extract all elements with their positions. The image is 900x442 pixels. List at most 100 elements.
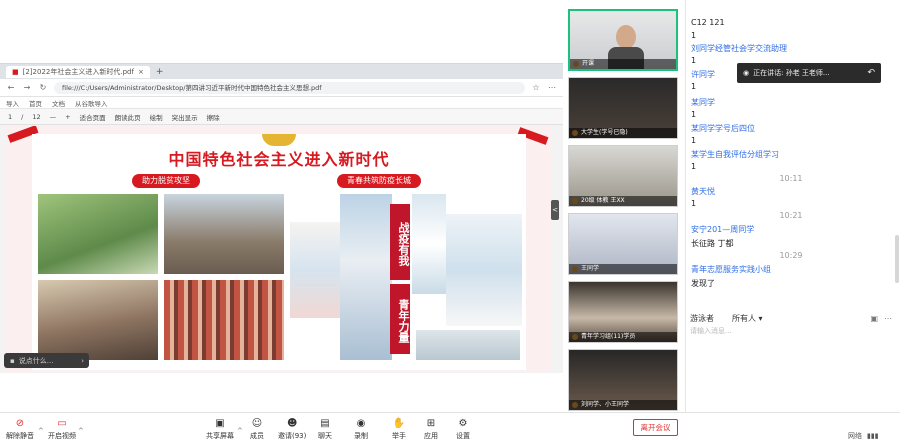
apps-icon: ⊞ bbox=[426, 418, 436, 429]
chat-message: 1 bbox=[691, 136, 697, 145]
settings-button[interactable]: ⚙ 设置 bbox=[456, 417, 470, 441]
chat-message: 长征路 丁都 bbox=[691, 239, 734, 248]
menu-icon[interactable]: ⋯ bbox=[547, 83, 557, 92]
video-tile[interactable]: 刘同学、小王同学 bbox=[568, 349, 678, 411]
chat-message: 许同学 bbox=[691, 70, 715, 79]
chat-message: 某同学 bbox=[691, 98, 715, 107]
hand-icon: ✋ bbox=[392, 418, 406, 429]
side-panel-toggle[interactable]: < bbox=[551, 200, 559, 220]
leave-meeting-button[interactable]: 离开会议 bbox=[633, 419, 678, 436]
signal-icon: ▮▮▮ bbox=[867, 432, 879, 440]
invite-button[interactable]: ☻ 邀请(93) bbox=[278, 417, 306, 441]
speaking-indicator: ◉ 正在讲话: 孙老 王老师... ↶ bbox=[737, 63, 881, 83]
floating-chat-label: 说点什么... bbox=[18, 356, 54, 365]
meeting-window: ■ [2]2022年社会主义进入新时代.pdf × + ← → ↻ file:/… bbox=[0, 0, 900, 442]
chat-timestamp: 10:21 bbox=[779, 211, 803, 220]
pdf-icon: ■ bbox=[12, 67, 19, 76]
start-video-button[interactable]: ▭ 开启视频 bbox=[48, 417, 76, 441]
browser-tabbar: ■ [2]2022年社会主义进入新时代.pdf × + bbox=[0, 64, 563, 79]
camera-off-icon: ▭ bbox=[57, 418, 67, 429]
tab-title: [2]2022年社会主义进入新时代.pdf bbox=[22, 67, 134, 76]
record-button[interactable]: ◉ 录制 bbox=[354, 417, 368, 441]
chevron-up-icon[interactable]: ^ bbox=[38, 427, 44, 435]
bookmarks-bar: 导入 首页 文档 从谷歌导入 bbox=[0, 97, 563, 109]
chat-message: 1 bbox=[691, 162, 697, 171]
emblem-icon bbox=[262, 134, 296, 146]
video-tile[interactable]: 王同学 bbox=[568, 213, 678, 275]
forward-icon[interactable]: → bbox=[22, 83, 32, 92]
read-aloud-button[interactable]: 朗读此页 bbox=[115, 112, 141, 122]
video-name: 王同学 bbox=[569, 264, 677, 274]
chat-tools: ▣ ⋯ bbox=[870, 314, 900, 323]
gear-icon: ⚙ bbox=[458, 418, 468, 429]
chat-message: 1 bbox=[691, 110, 697, 119]
apps-button[interactable]: ⊞ 应用 bbox=[424, 417, 438, 441]
recipient-select[interactable]: 所有人 ▾ bbox=[732, 313, 763, 324]
invite-icon: ☻ bbox=[286, 418, 298, 429]
video-tile[interactable]: 青年学习组(11)学员 bbox=[568, 281, 678, 343]
chevron-up-icon[interactable]: ^ bbox=[237, 427, 243, 435]
share-screen-button[interactable]: ▣ 共享屏幕 bbox=[206, 417, 234, 441]
bookmark-item[interactable]: 导入 bbox=[6, 98, 19, 108]
chat-message: 1 bbox=[691, 82, 697, 91]
meeting-toolbar: ⊘ 解除静音 ^ ▭ 开启视频 ^ ▣ 共享屏幕 ^ ☺ 成员 ☻ 邀请(93)… bbox=[0, 412, 900, 442]
chat-scrollbar[interactable] bbox=[895, 235, 899, 283]
zoom-in-button[interactable]: + bbox=[65, 113, 70, 121]
chat-timestamp: 10:29 bbox=[779, 251, 803, 260]
network-status[interactable]: 网络 ▮▮▮ bbox=[848, 431, 879, 441]
chevron-right-icon[interactable]: › bbox=[81, 357, 89, 365]
video-name: 刘同学、小王同学 bbox=[569, 400, 677, 410]
video-tile[interactable]: 开课 bbox=[568, 9, 678, 71]
chat-message: 刘同学经管社会学交流助理 bbox=[691, 44, 787, 53]
pdf-toolbar: 1 / 12 — + 适合页面 朗读此页 绘制 突出显示 擦除 bbox=[0, 109, 563, 125]
star-icon[interactable]: ☆ bbox=[531, 83, 541, 92]
raise-hand-button[interactable]: ✋ 举手 bbox=[392, 417, 406, 441]
bookmark-item[interactable]: 首页 bbox=[29, 98, 42, 108]
browser-tab[interactable]: ■ [2]2022年社会主义进入新时代.pdf × bbox=[6, 65, 150, 78]
erase-button[interactable]: 擦除 bbox=[207, 112, 220, 122]
url-field[interactable]: file:///C:/Users/Administrator/Desktop/第… bbox=[54, 81, 525, 94]
video-tile[interactable]: 大学生(学号已隐) bbox=[568, 77, 678, 139]
highlight-button[interactable]: 突出显示 bbox=[172, 112, 198, 122]
members-button[interactable]: ☺ 成员 bbox=[250, 417, 264, 441]
record-icon: ◉ bbox=[356, 418, 366, 429]
illustration-doctor bbox=[446, 214, 522, 326]
participant-face bbox=[616, 25, 636, 49]
image-icon[interactable]: ▣ bbox=[870, 314, 878, 323]
microphone-off-icon: ⊘ bbox=[15, 418, 25, 429]
close-icon[interactable]: × bbox=[138, 68, 144, 76]
floating-chat-input[interactable]: ▪ 说点什么... › bbox=[4, 353, 89, 368]
photo-village bbox=[164, 194, 284, 274]
new-tab-icon[interactable]: + bbox=[156, 67, 164, 77]
pill-label-right: 青春共筑防疫长城 bbox=[337, 174, 421, 188]
chat-timestamp: 10:11 bbox=[779, 174, 803, 183]
bookmark-item[interactable]: 从谷歌导入 bbox=[75, 98, 108, 108]
chat-message: 1 bbox=[691, 199, 697, 208]
slogan-vertical-2: 青年力量 bbox=[390, 284, 410, 354]
zoom-out-button[interactable]: — bbox=[50, 113, 57, 121]
unmute-button[interactable]: ⊘ 解除静音 bbox=[6, 417, 34, 441]
chat-message: 青年志愿服务实践小组 bbox=[691, 265, 771, 274]
draw-button[interactable]: 绘制 bbox=[150, 112, 163, 122]
video-name: 大学生(学号已隐) bbox=[569, 128, 677, 138]
bookmark-item[interactable]: 文档 bbox=[52, 98, 65, 108]
return-arrow-icon[interactable]: ↶ bbox=[867, 68, 881, 78]
more-icon[interactable]: ⋯ bbox=[884, 314, 892, 323]
fit-page-button[interactable]: 适合页面 bbox=[80, 112, 106, 122]
page-number[interactable]: 1 bbox=[8, 113, 12, 121]
share-screen-icon: ▣ bbox=[215, 418, 225, 429]
chat-message: 1 bbox=[691, 31, 697, 40]
shared-screen: ■ [2]2022年社会主义进入新时代.pdf × + ← → ↻ file:/… bbox=[0, 0, 563, 412]
photo-campus bbox=[416, 330, 520, 360]
chat-icon: ▤ bbox=[320, 418, 330, 429]
chevron-up-icon[interactable]: ^ bbox=[78, 427, 84, 435]
chat-message: 某学生自我评估分组学习 bbox=[691, 150, 779, 159]
chat-bubble-icon: ▪ bbox=[10, 356, 15, 365]
refresh-icon[interactable]: ↻ bbox=[38, 83, 48, 92]
video-tile[interactable]: 20级 体教 王XX bbox=[568, 145, 678, 207]
chat-message: 安宁201—周同学 bbox=[691, 225, 755, 234]
chat-message: 某同学学号后四位 bbox=[691, 124, 755, 133]
chat-input[interactable]: 请输入消息... bbox=[690, 326, 732, 336]
chat-button[interactable]: ▤ 聊天 bbox=[318, 417, 332, 441]
back-icon[interactable]: ← bbox=[6, 83, 16, 92]
